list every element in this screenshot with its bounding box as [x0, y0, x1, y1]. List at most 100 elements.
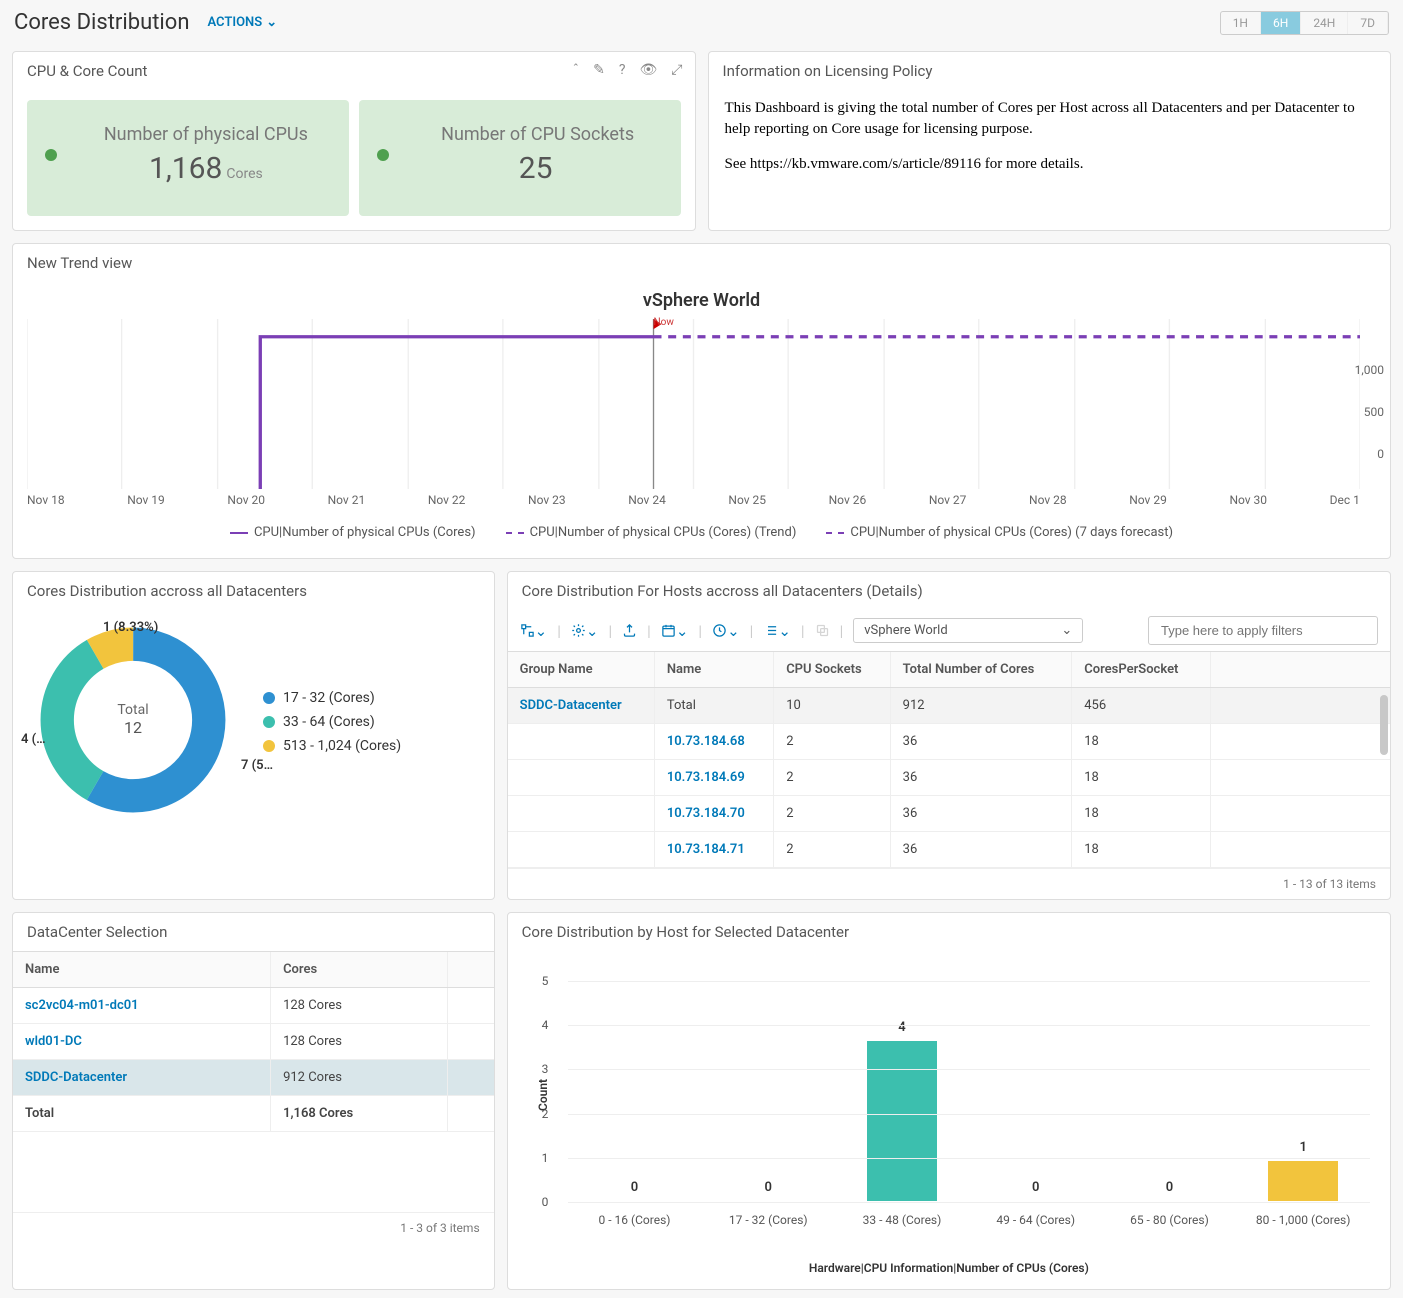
bar[interactable]: 4 33 - 48 (Cores) [835, 1020, 969, 1201]
datacenter-table[interactable]: NameCores sc2vc04-m01-dc01128 Coreswld01… [13, 951, 494, 1132]
licensing-info-panel: Information on Licensing Policy This Das… [708, 51, 1392, 231]
metric-card[interactable]: Number of physical CPUs 1,168Cores [27, 100, 349, 216]
bar-category: 65 - 80 (Cores) [1130, 1213, 1209, 1227]
trend-view-panel: New Trend view vSphere World [12, 243, 1391, 559]
x-axis-label: Hardware|CPU Information|Number of CPUs … [508, 1261, 1390, 1289]
legend-dot-icon [263, 716, 275, 728]
bar-value: 0 [1166, 1180, 1173, 1195]
bar-category: 0 - 16 (Cores) [599, 1213, 671, 1227]
column-header[interactable]: Group Name [508, 652, 655, 688]
bar-value: 0 [765, 1180, 772, 1195]
panel-title: Core Distribution by Host for Selected D… [508, 913, 1390, 951]
time-range-selector[interactable]: 1H6H24H7D [1220, 11, 1389, 35]
table-row[interactable]: 10.73.184.7023618 [508, 796, 1390, 832]
bar[interactable]: 0 17 - 32 (Cores) [701, 1180, 835, 1201]
panel-title: Core Distribution For Hosts accross all … [508, 572, 1390, 610]
x-axis-ticks: Nov 18Nov 19Nov 20Nov 21Nov 22Nov 23Nov … [27, 493, 1360, 507]
bar-category: 49 - 64 (Cores) [996, 1213, 1075, 1227]
hierarchy-icon[interactable]: ⌄ [520, 622, 548, 640]
table-row[interactable]: wld01-DC128 Cores [13, 1024, 494, 1060]
column-header[interactable]: Total Number of Cores [890, 652, 1072, 688]
table-footer: 1 - 3 of 3 items [13, 1212, 494, 1243]
bar[interactable]: 0 65 - 80 (Cores) [1103, 1180, 1237, 1201]
collapse-icon[interactable]: ˆ [573, 62, 580, 78]
time-range-1H[interactable]: 1H [1221, 12, 1261, 34]
legend-item[interactable]: 33 - 64 (Cores) [263, 714, 401, 730]
actions-label: ACTIONS [207, 15, 262, 30]
table-row[interactable]: Total1,168 Cores [13, 1096, 494, 1132]
table-row[interactable]: sc2vc04-m01-dc01128 Cores [13, 988, 494, 1024]
trend-subtitle: vSphere World [13, 282, 1390, 319]
help-icon[interactable]: ? [619, 62, 626, 78]
card-label: Number of physical CPUs [73, 124, 339, 145]
legend-dot-icon [263, 692, 275, 704]
bar-chart[interactable]: 0 0 - 16 (Cores)0 17 - 32 (Cores)4 33 - … [568, 971, 1370, 1231]
gear-icon[interactable]: ⌄ [571, 622, 599, 640]
card-value: 25 [405, 151, 671, 186]
export-icon[interactable] [622, 623, 637, 638]
donut-center-value: 12 [33, 718, 233, 737]
page-title: Cores Distribution [14, 10, 189, 35]
scrollbar[interactable] [1380, 695, 1388, 755]
slice-label: 7 (5… [241, 758, 273, 773]
bar-category: 33 - 48 (Cores) [863, 1213, 942, 1227]
status-dot-icon [377, 149, 389, 161]
legend-dot-icon [263, 740, 275, 752]
bar-value: 0 [1032, 1180, 1039, 1195]
bar-value: 4 [898, 1020, 905, 1035]
metric-card[interactable]: Number of CPU Sockets 25 [359, 100, 681, 216]
y-axis-ticks: 1,000 500 0 [1355, 363, 1384, 489]
bar[interactable]: 0 0 - 16 (Cores) [568, 1180, 702, 1201]
table-footer: 1 - 13 of 13 items [508, 868, 1390, 899]
actions-dropdown[interactable]: ACTIONS ⌄ [207, 15, 277, 30]
trend-chart[interactable]: Now [27, 319, 1360, 489]
legend-item[interactable]: 17 - 32 (Cores) [263, 690, 401, 706]
card-value: 1,168Cores [73, 151, 339, 186]
host-details-table[interactable]: Group NameNameCPU SocketsTotal Number of… [508, 651, 1390, 868]
eye-icon[interactable]: 👁 [640, 62, 658, 78]
cpu-core-count-panel: CPU & Core Count ˆ ✎ ? 👁 ⤢ Number of phy… [12, 51, 696, 231]
clock-icon[interactable]: ⌄ [712, 622, 740, 640]
column-header[interactable]: CPU Sockets [774, 652, 890, 688]
now-label: Now [654, 317, 674, 328]
calendar-icon[interactable]: ⌄ [661, 622, 689, 640]
legend-item[interactable]: 513 - 1,024 (Cores) [263, 738, 401, 754]
table-row[interactable]: SDDC-Datacenter912 Cores [13, 1060, 494, 1096]
panel-title: New Trend view [13, 244, 1390, 282]
info-paragraph: See https://kb.vmware.com/s/article/8911… [725, 154, 1375, 175]
scope-selector[interactable]: vSphere World⌄ [853, 618, 1083, 643]
column-header[interactable]: Cores [271, 952, 448, 988]
details-toolbar: ⌄ | ⌄ | | ⌄ | ⌄ | ⌄ | | vSphere World⌄ [508, 610, 1390, 651]
panel-title: Information on Licensing Policy [709, 52, 1391, 90]
column-header[interactable]: Name [654, 652, 773, 688]
panel-title: DataCenter Selection [13, 913, 494, 951]
slice-label: 1 (8.33%) [103, 620, 158, 635]
donut-panel: Cores Distribution accross all Datacente… [12, 571, 495, 900]
edit-icon[interactable]: ✎ [593, 62, 605, 78]
bar-value: 0 [631, 1180, 638, 1195]
column-header[interactable]: CoresPerSocket [1072, 652, 1210, 688]
table-row[interactable]: 10.73.184.6923618 [508, 760, 1390, 796]
donut-center-label: Total [33, 702, 233, 718]
slice-label: 4 (… [21, 732, 46, 747]
table-row[interactable]: SDDC-DatacenterTotal10912456 [508, 688, 1390, 724]
time-range-24H[interactable]: 24H [1301, 12, 1348, 34]
bar-category: 17 - 32 (Cores) [729, 1213, 808, 1227]
copy-icon [815, 623, 830, 638]
card-label: Number of CPU Sockets [405, 124, 671, 145]
time-range-6H[interactable]: 6H [1261, 12, 1301, 34]
expand-icon[interactable]: ⤢ [671, 62, 682, 78]
bar[interactable]: 0 49 - 64 (Cores) [969, 1180, 1103, 1201]
table-row[interactable]: 10.73.184.6823618 [508, 724, 1390, 760]
host-details-panel: Core Distribution For Hosts accross all … [507, 571, 1391, 900]
panel-title: Cores Distribution accross all Datacente… [13, 572, 494, 610]
bar[interactable]: 1 80 - 1,000 (Cores) [1236, 1140, 1370, 1201]
list-icon[interactable]: ⌄ [763, 622, 791, 640]
filter-input[interactable] [1148, 616, 1378, 645]
chevron-down-icon: ⌄ [266, 15, 277, 30]
bar-value: 1 [1299, 1140, 1306, 1155]
time-range-7D[interactable]: 7D [1348, 12, 1388, 34]
column-header[interactable]: Name [13, 952, 271, 988]
datacenter-selection-panel: DataCenter Selection NameCores sc2vc04-m… [12, 912, 495, 1290]
table-row[interactable]: 10.73.184.7123618 [508, 832, 1390, 868]
